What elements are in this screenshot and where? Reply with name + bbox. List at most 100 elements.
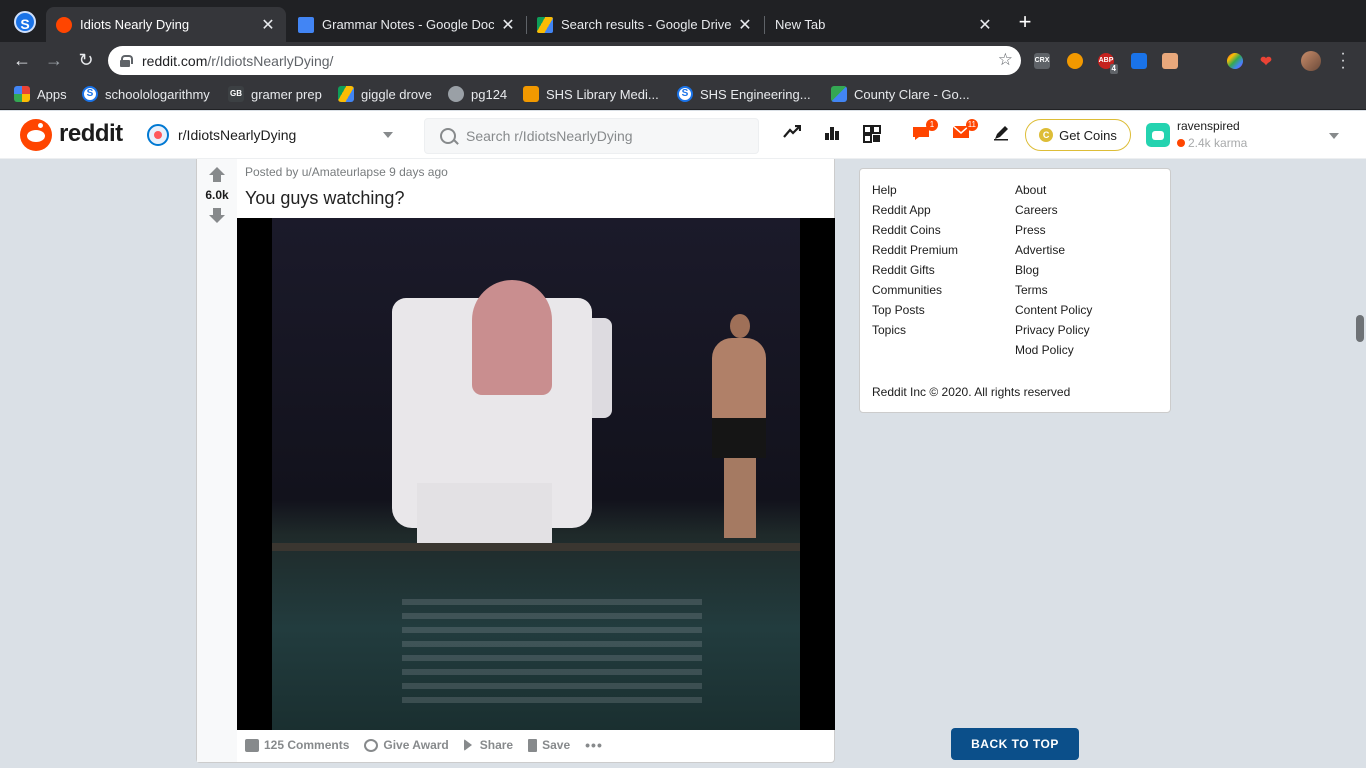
- owl-extension-icon[interactable]: [1067, 53, 1083, 69]
- reddit-header: reddit r/IdiotsNearlyDying 1 11 C Get Co…: [0, 111, 1366, 159]
- footer-link-blog[interactable]: Blog: [1015, 263, 1039, 277]
- reddit-favicon-icon: [56, 16, 72, 33]
- award-icon: [364, 738, 379, 752]
- bookmark-giggle-drove[interactable]: giggle drove: [338, 85, 432, 103]
- give-award-button[interactable]: Give Award: [364, 738, 449, 752]
- standing-person-head: [730, 314, 750, 338]
- footer-link-help[interactable]: Help: [872, 183, 897, 197]
- reload-icon[interactable]: ↻: [74, 48, 98, 72]
- footer-link-content-policy[interactable]: Content Policy: [1015, 303, 1092, 317]
- tab-close-icon[interactable]: ✕: [977, 15, 993, 35]
- share-button[interactable]: Share: [463, 738, 514, 752]
- tab-label: Idiots Nearly Dying: [80, 17, 190, 32]
- library-icon: [523, 86, 539, 102]
- bookmark-icon: [528, 738, 538, 752]
- adblock-icon[interactable]: ABP 4: [1098, 53, 1118, 74]
- tab-grammar-notes[interactable]: Grammar Notes - Google Docs ✕: [288, 7, 526, 42]
- tab-label: Grammar Notes - Google Docs: [322, 17, 494, 32]
- google-docs-favicon-icon: [298, 16, 314, 33]
- downvote-icon[interactable]: [209, 208, 225, 224]
- footer-link-mod-policy[interactable]: Mod Policy: [1015, 343, 1074, 357]
- tab-close-icon[interactable]: ✕: [500, 15, 516, 35]
- tab-search-results-drive[interactable]: Search results - Google Drive ✕: [527, 7, 763, 42]
- reddit-wordmark[interactable]: reddit: [59, 120, 123, 148]
- tab-close-icon[interactable]: ✕: [260, 15, 276, 35]
- bookmark-pg124[interactable]: pg124: [448, 85, 507, 103]
- save-button[interactable]: Save: [528, 738, 570, 752]
- create-post-pencil-icon[interactable]: [991, 125, 1011, 145]
- bookmark-star-icon[interactable]: ☆: [998, 50, 1013, 70]
- bookmark-schoolologarithmy[interactable]: S schoolologarithmy: [82, 85, 210, 103]
- user-dropdown[interactable]: ravenspired 2.4k karma: [1146, 117, 1346, 153]
- footer-link-reddit-coins[interactable]: Reddit Coins: [872, 223, 941, 237]
- tab-idiots-nearly-dying[interactable]: Idiots Nearly Dying ✕: [46, 7, 286, 42]
- back-to-top-button[interactable]: BACK TO TOP: [951, 728, 1079, 760]
- footer-link-reddit-premium[interactable]: Reddit Premium: [872, 243, 958, 257]
- lock-icon[interactable]: [120, 54, 133, 67]
- subreddit-dropdown[interactable]: r/IdiotsNearlyDying: [147, 119, 397, 151]
- search-input[interactable]: [466, 128, 746, 144]
- footer-link-reddit-gifts[interactable]: Reddit Gifts: [872, 263, 935, 277]
- leaderboard-icon[interactable]: [822, 125, 842, 145]
- reddit-snoo-icon[interactable]: [20, 119, 52, 151]
- globe-icon: [448, 86, 464, 102]
- bookmark-county-clare[interactable]: County Clare - Go...: [831, 85, 970, 103]
- footer-link-communities[interactable]: Communities: [872, 283, 942, 297]
- footer-link-press[interactable]: Press: [1015, 223, 1046, 237]
- footer-link-advertise[interactable]: Advertise: [1015, 243, 1065, 257]
- crx-icon[interactable]: CRX: [1034, 53, 1050, 69]
- bookmarks-bar: Apps S schoolologarithmy GB gramer prep …: [0, 78, 1366, 110]
- rpan-icon[interactable]: [862, 125, 882, 145]
- footer-link-careers[interactable]: Careers: [1015, 203, 1058, 217]
- subreddit-name: r/IdiotsNearlyDying: [178, 127, 297, 143]
- heart-extension-icon[interactable]: ❤: [1258, 53, 1274, 69]
- footer-link-reddit-app[interactable]: Reddit App: [872, 203, 931, 217]
- back-arrow-icon[interactable]: ←: [10, 48, 34, 72]
- bookmark-apps[interactable]: Apps: [14, 85, 67, 103]
- karma-label: 2.4k karma: [1188, 136, 1248, 150]
- footer-link-topics[interactable]: Topics: [872, 323, 906, 337]
- google-drive-favicon-icon: [537, 16, 553, 33]
- footer-link-privacy-policy[interactable]: Privacy Policy: [1015, 323, 1090, 337]
- post-title[interactable]: You guys watching?: [245, 188, 404, 209]
- chrome-profile-s-icon[interactable]: S: [14, 11, 36, 33]
- post-meta[interactable]: Posted by u/Amateurlapse 9 days ago: [245, 165, 448, 179]
- bookmark-label: gramer prep: [251, 86, 322, 102]
- browser-menu-icon[interactable]: · · ·: [1338, 46, 1348, 76]
- color-extension-icon[interactable]: [1227, 53, 1243, 69]
- coin-icon: C: [1039, 128, 1054, 142]
- checklist-extension-icon[interactable]: [1131, 53, 1147, 69]
- page-scrollbar-thumb[interactable]: [1356, 315, 1364, 342]
- tab-close-icon[interactable]: ✕: [737, 15, 753, 35]
- address-bar[interactable]: reddit.com/r/IdiotsNearlyDying/ ☆: [108, 46, 1021, 75]
- bookmark-shs-engineering[interactable]: S SHS Engineering...: [677, 85, 811, 103]
- tab-new-tab[interactable]: New Tab ✕: [765, 7, 1003, 42]
- browser-profile-avatar[interactable]: [1301, 51, 1321, 71]
- get-coins-button[interactable]: C Get Coins: [1025, 119, 1131, 151]
- more-options-icon[interactable]: •••: [585, 737, 603, 753]
- forward-arrow-icon[interactable]: →: [42, 48, 66, 72]
- footer-link-top-posts[interactable]: Top Posts: [872, 303, 925, 317]
- mail-icon[interactable]: 11: [951, 119, 978, 145]
- schoology-icon: S: [677, 86, 693, 102]
- post-video[interactable]: [237, 218, 835, 730]
- get-coins-label: Get Coins: [1059, 127, 1117, 143]
- schoology-icon: S: [82, 86, 98, 102]
- box-extension-icon[interactable]: [1162, 53, 1178, 69]
- share-label: Share: [479, 738, 514, 752]
- comments-button[interactable]: 125 Comments: [245, 738, 349, 752]
- chat-icon[interactable]: 1: [911, 119, 938, 145]
- bookmark-label: Apps: [37, 86, 67, 102]
- footer-link-about[interactable]: About: [1015, 183, 1046, 197]
- post-card[interactable]: 6.0k Posted by u/Amateurlapse 9 days ago…: [196, 159, 835, 763]
- trending-icon[interactable]: [782, 124, 802, 145]
- footer-link-terms[interactable]: Terms: [1015, 283, 1048, 297]
- person-on-slide: [472, 280, 552, 395]
- drive-icon: [338, 86, 354, 102]
- bookmark-gramer-prep[interactable]: GB gramer prep: [228, 85, 322, 103]
- upvote-icon[interactable]: [209, 167, 225, 183]
- search-bar[interactable]: [424, 118, 759, 154]
- new-tab-button[interactable]: +: [1015, 11, 1035, 33]
- url-path: /r/IdiotsNearlyDying/: [207, 52, 334, 69]
- bookmark-shs-library[interactable]: SHS Library Medi...: [523, 85, 659, 103]
